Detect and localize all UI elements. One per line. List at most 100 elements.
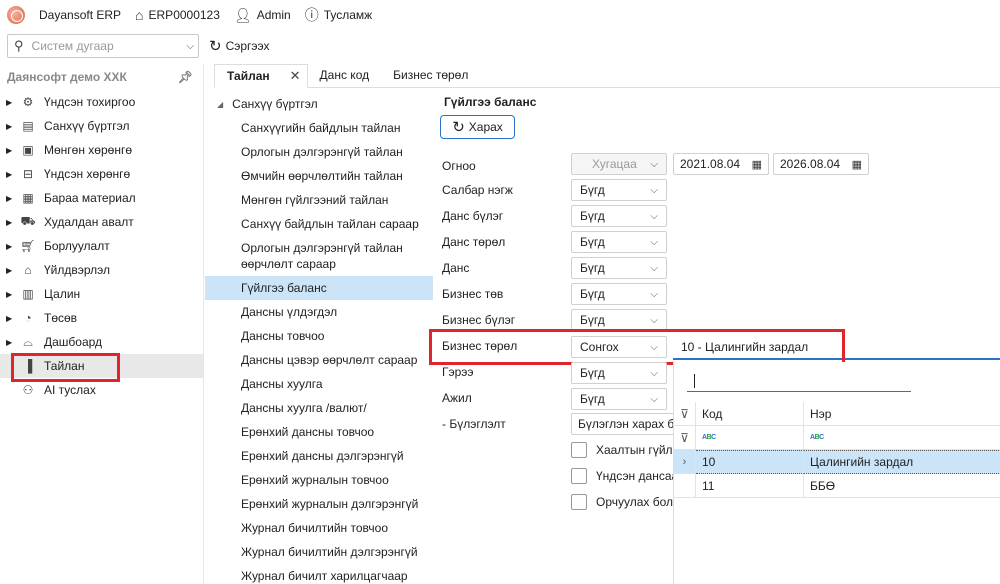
column-header-code[interactable]: Код — [696, 401, 804, 426]
home-erp-button[interactable]: ⌂ ERP0000123 — [135, 7, 220, 23]
filter-dropdown-branch[interactable]: Бүгд ⌵ — [571, 179, 667, 201]
refresh-icon: ↻ — [209, 38, 222, 55]
filter-dropdown-account[interactable]: Бүгд ⌵ — [571, 257, 667, 279]
report-item[interactable]: Журнал бичилт харилцагчаар — [205, 564, 433, 584]
period-dropdown[interactable]: Хугацаа ⌵ — [571, 153, 667, 175]
report-item[interactable]: Дансны хуулга — [205, 372, 433, 396]
code-cell[interactable]: 10 — [696, 449, 804, 474]
filter-dropdown-contract[interactable]: Бүгд ⌵ — [571, 362, 667, 384]
report-item[interactable]: Ерөнхий дансны товчоо — [205, 420, 433, 444]
lookup-search-input[interactable] — [687, 370, 911, 391]
dropdown-value: Бүгд — [580, 235, 605, 249]
close-icon[interactable]: ✕ — [290, 68, 301, 84]
report-item[interactable]: Санхүү байдлын тайлан сараар — [205, 212, 433, 236]
view-button[interactable]: ↻ Харах — [440, 115, 515, 139]
report-item[interactable]: Ерөнхий журналын товчоо — [205, 468, 433, 492]
name-filter-cell[interactable]: ABC — [804, 426, 1000, 450]
expand-arrow-icon[interactable]: ▶ — [6, 194, 18, 203]
sidebar-item-fixed-assets[interactable]: ▶ ⊟ Үндсэн хөрөнгө — [0, 162, 203, 186]
system-number-input[interactable] — [31, 39, 187, 53]
sidebar-item-dashboard[interactable]: ▶ ⌓ Дашбоард — [0, 330, 203, 354]
tab-business-type[interactable]: Бизнес төрөл — [381, 63, 480, 87]
filter-dropdown-account-group[interactable]: Бүгд ⌵ — [571, 205, 667, 227]
sidebar-item-sales[interactable]: ▶ 🛒︎ Борлуулалт — [0, 234, 203, 258]
chevron-down-icon[interactable]: ⌵ — [187, 41, 195, 52]
expand-arrow-icon[interactable]: ▶ — [6, 266, 18, 275]
report-item[interactable]: Орлогын дэлгэрэнгүй тайлан — [205, 140, 433, 164]
date-to-field[interactable]: 2026.08.04 ▦ — [773, 153, 869, 175]
expand-arrow-icon[interactable]: ▶ — [6, 242, 18, 251]
report-item[interactable]: Журнал бичилтийн товчоо — [205, 516, 433, 540]
sidebar-item-cash[interactable]: ▶ ▣ Мөнгөн хөрөнгө — [0, 138, 203, 162]
help-button[interactable]: ⓘ Тусламж — [305, 5, 372, 25]
sidebar-item-inventory[interactable]: ▶ ▦ Бараа материал — [0, 186, 203, 210]
tab-strip: Тайлан ✕ Данс код Бизнес төрөл — [214, 64, 1000, 88]
sidebar-item-production[interactable]: ▶ ⌂ Үйлдвэрлэл — [0, 258, 203, 282]
sidebar-item-label: Цалин — [44, 287, 81, 301]
lookup-search[interactable] — [687, 370, 911, 392]
sidebar-item-payroll[interactable]: ▶ ▥ Цалин — [0, 282, 203, 306]
sidebar-item-purchase[interactable]: ▶ ⛟ Худалдан авалт — [0, 210, 203, 234]
table-row[interactable]: 11 ББӨ — [674, 473, 1000, 498]
expand-arrow-icon[interactable]: ▶ — [6, 338, 18, 347]
checkbox-box[interactable] — [571, 494, 587, 510]
tab-account-code[interactable]: Данс код — [308, 63, 382, 87]
system-number-search[interactable]: ⚲ ⌵ — [7, 34, 199, 58]
checkbox-box[interactable] — [571, 442, 587, 458]
calendar-icon[interactable]: ▦ — [752, 158, 762, 171]
pin-icon[interactable]: 📌︎ — [178, 70, 193, 84]
checkbox-main-account[interactable]: Үндсэн дансаа — [571, 468, 678, 484]
code-cell[interactable]: 11 — [696, 473, 804, 498]
report-group-finance[interactable]: ◢ Санхүү бүртгэл — [205, 92, 433, 116]
text-filter-icon: ABC — [702, 434, 716, 441]
expand-arrow-icon[interactable]: ▶ — [6, 314, 18, 323]
table-row[interactable]: › 10 Цалингийн зардал — [674, 449, 1000, 474]
expand-arrow-icon[interactable]: ▶ — [6, 290, 18, 299]
name-cell[interactable]: ББӨ — [804, 474, 1000, 498]
report-item[interactable]: Орлогын дэлгэрэнгүй тайлан өөрчлөлт сара… — [205, 236, 433, 276]
report-item[interactable]: Ерөнхий журналын дэлгэрэнгүй — [205, 492, 433, 516]
expand-arrow-icon[interactable]: ▶ — [6, 146, 18, 155]
expand-arrow-icon[interactable]: ▶ — [6, 170, 18, 179]
filter-dropdown-job[interactable]: Бүгд ⌵ — [571, 388, 667, 410]
report-item[interactable]: Мөнгөн гүйлгээний тайлан — [205, 188, 433, 212]
sidebar-item-settings[interactable]: ▶ ⚙ Үндсэн тохиргоо — [0, 90, 203, 114]
tab-reports[interactable]: Тайлан ✕ — [214, 64, 308, 88]
expand-arrow-icon[interactable]: ▶ — [6, 218, 18, 227]
expand-arrow-icon[interactable]: ▶ — [6, 98, 18, 107]
report-item[interactable]: Журнал бичилтийн дэлгэрэнгүй — [205, 540, 433, 564]
dropdown-value: Бүгд — [580, 183, 605, 197]
sidebar-item-finance[interactable]: ▶ ▤ Санхүү бүртгэл — [0, 114, 203, 138]
code-filter-cell[interactable]: ABC — [696, 425, 804, 450]
report-item-trial-balance[interactable]: Гүйлгээ баланс — [205, 276, 433, 300]
filter-dropdown-business-center[interactable]: Бүгд ⌵ — [571, 283, 667, 305]
calendar-icon[interactable]: ▦ — [852, 158, 862, 171]
report-item[interactable]: Дансны товчоо — [205, 324, 433, 348]
filter-icon[interactable]: ⊽ — [674, 401, 696, 426]
filter-dropdown-account-type[interactable]: Бүгд ⌵ — [571, 231, 667, 253]
refresh-button[interactable]: ↻ Сэргээх — [209, 37, 270, 55]
collapse-arrow-icon[interactable]: ◢ — [217, 100, 223, 109]
checkbox-translate[interactable]: Орчуулах бол — [571, 494, 673, 510]
payroll-icon: ▥ — [22, 287, 34, 301]
filter-icon[interactable]: ⊽ — [674, 425, 696, 450]
report-item[interactable]: Санхүүгийн байдлын тайлан — [205, 116, 433, 140]
report-item[interactable]: Дансны хуулга /валют/ — [205, 396, 433, 420]
expand-arrow-icon[interactable]: ▶ — [6, 122, 18, 131]
name-cell[interactable]: Цалингийн зардал — [804, 449, 1000, 474]
app-name[interactable]: Dayansoft ERP — [39, 8, 121, 22]
report-item[interactable]: Дансны цэвэр өөрчлөлт сараар — [205, 348, 433, 372]
chevron-down-icon: ⌵ — [650, 288, 658, 300]
filter-dropdown-business-group[interactable]: Бүгд ⌵ — [571, 309, 667, 331]
column-header-name[interactable]: Нэр — [804, 402, 1000, 426]
home-icon: ⌂ — [135, 7, 144, 23]
checkbox-box[interactable] — [571, 468, 587, 484]
user-button[interactable]: 👤︎ Admin — [234, 7, 291, 24]
report-item[interactable]: Дансны үлдэгдэл — [205, 300, 433, 324]
report-item[interactable]: Ерөнхий дансны дэлгэрэнгүй — [205, 444, 433, 468]
date-from-field[interactable]: 2021.08.04 ▦ — [673, 153, 769, 175]
sidebar-item-budget[interactable]: ▶ ◔ Төсөв — [0, 306, 203, 330]
checkbox-closing[interactable]: Хаалтын гүйлг — [571, 442, 677, 458]
grouping-dropdown[interactable]: Бүлэглэн харах бо — [571, 413, 681, 435]
report-item[interactable]: Өмчийн өөрчлөлтийн тайлан — [205, 164, 433, 188]
